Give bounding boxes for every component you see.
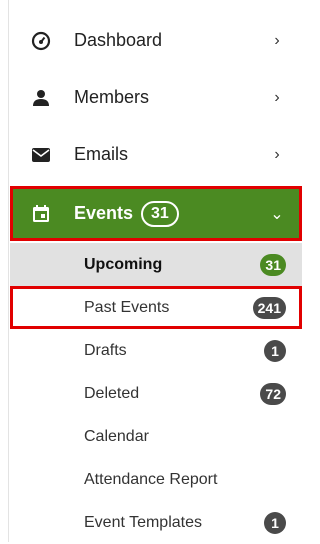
chevron-right-icon: › [274,145,280,163]
nav-item-dashboard[interactable]: Dashboard › [10,12,302,69]
nav-item-label: Events [74,203,134,223]
chevron-right-icon: › [274,88,280,106]
submenu-item-deleted[interactable]: Deleted 72 [10,372,302,415]
submenu-item-upcoming[interactable]: Upcoming 31 [10,243,302,286]
count-badge: 1 [264,339,286,362]
nav-item-label: Emails [74,144,129,164]
nav-item-members[interactable]: Members › [10,69,302,126]
submenu-item-calendar[interactable]: Calendar [10,415,302,458]
submenu-item-event-templates[interactable]: Event Templates 1 [10,501,302,544]
person-icon [30,87,52,109]
calendar-icon [30,203,52,225]
count-badge: 72 [260,382,286,405]
sidebar-divider [8,0,9,542]
submenu-item-label: Attendance Report [84,470,218,488]
chevron-right-icon: › [274,31,280,49]
gauge-icon [30,30,52,52]
sidebar-nav: Dashboard › Members › Emails › Events 31… [10,12,302,544]
envelope-icon [30,144,52,166]
submenu-item-label: Past Events [84,298,170,316]
count-badge: 241 [252,296,286,319]
nav-item-events[interactable]: Events 31 ⌄ [10,186,302,241]
nav-item-emails[interactable]: Emails › [10,126,302,183]
submenu-item-label: Upcoming [84,255,163,273]
submenu-item-attendance-report[interactable]: Attendance Report [10,458,302,501]
count-badge: 31 [260,253,286,276]
nav-item-label: Members [74,87,150,107]
submenu-item-label: Drafts [84,341,127,359]
submenu-item-drafts[interactable]: Drafts 1 [10,329,302,372]
count-badge: 1 [264,511,286,534]
submenu-item-past-events[interactable]: Past Events 241 [10,286,302,329]
chevron-down-icon: ⌄ [270,205,284,223]
submenu-item-label: Deleted [84,384,140,402]
events-count-badge: 31 [141,200,179,227]
events-submenu: Upcoming 31 Past Events 241 Drafts 1 Del… [10,243,302,544]
nav-item-label: Dashboard [74,30,163,50]
submenu-item-label: Calendar [84,427,149,445]
submenu-item-label: Event Templates [84,513,202,531]
